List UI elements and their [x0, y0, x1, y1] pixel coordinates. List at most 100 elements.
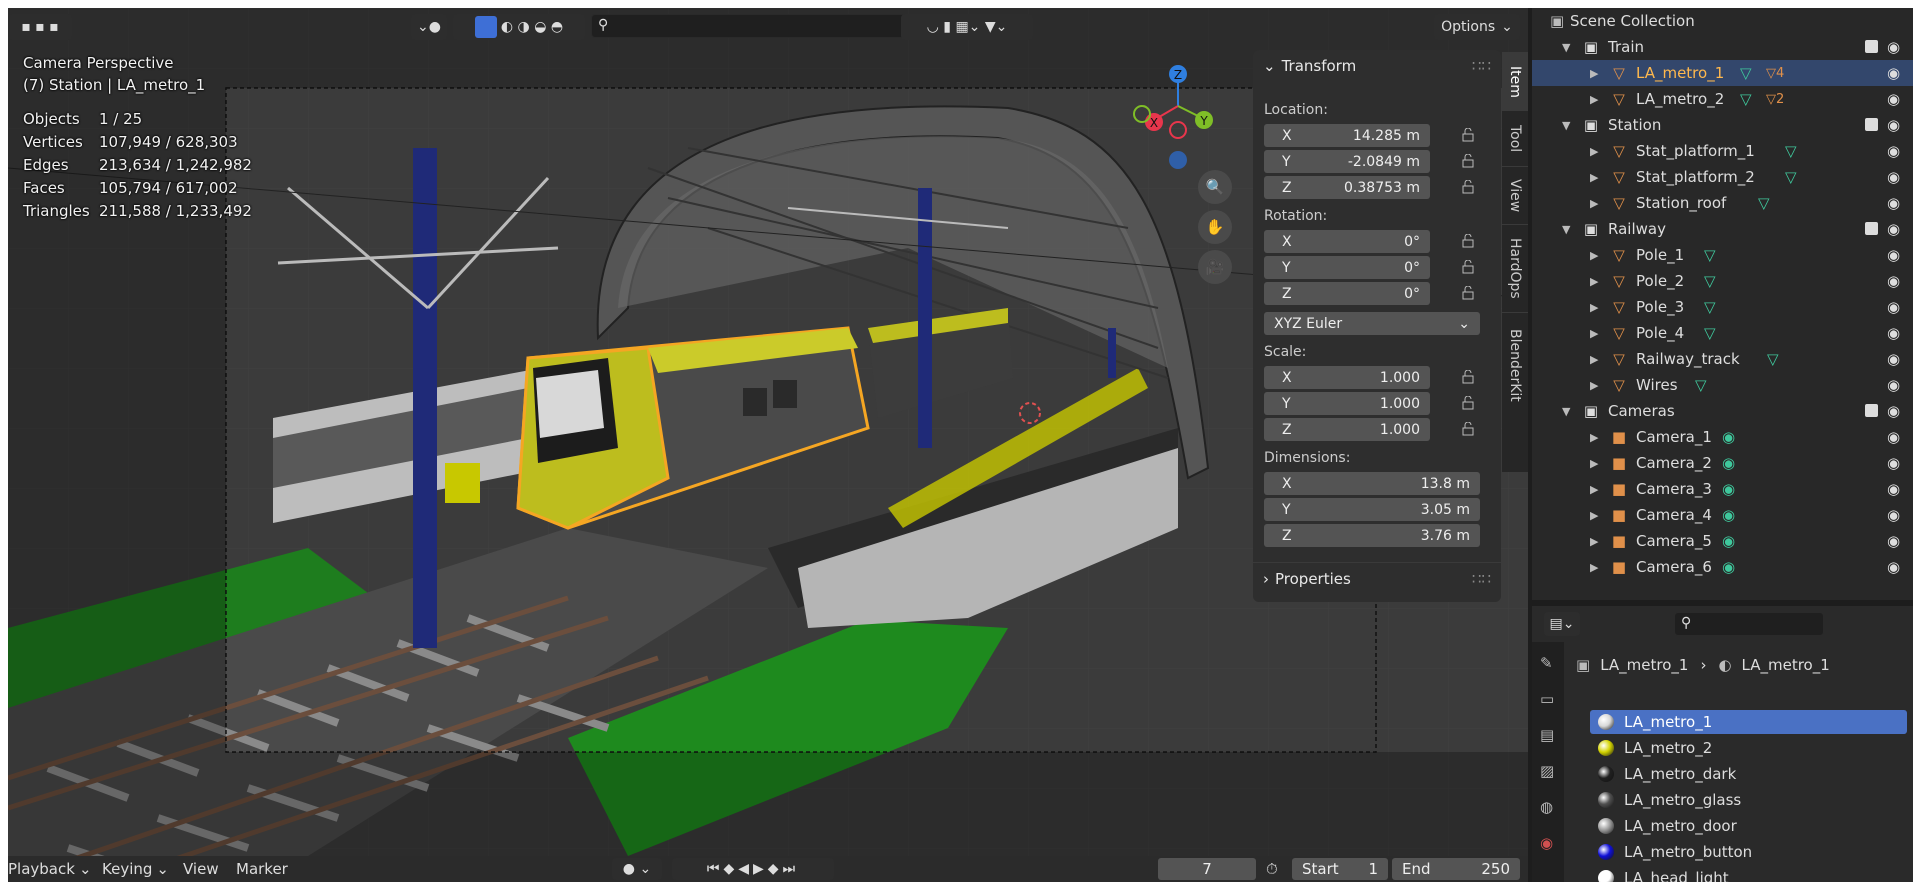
zoom-icon[interactable]: 🔍 [1198, 170, 1232, 204]
collapse-arrow-icon[interactable]: ▶ [1590, 509, 1598, 522]
mesh-data-icon[interactable]: ▽ [1740, 64, 1752, 82]
collapse-arrow-icon[interactable]: ▶ [1590, 431, 1598, 444]
outliner-row-train[interactable]: ▼ ▣ Train ◉ [1532, 34, 1913, 60]
lock-icon[interactable] [1461, 180, 1475, 194]
outliner-row-camera-1[interactable]: ▶ ■ Camera_1 ◉ ◉ [1532, 424, 1913, 450]
collapse-arrow-icon[interactable]: ▶ [1590, 301, 1598, 314]
editor-type-dropdown[interactable]: ▤⌄ [1544, 612, 1580, 636]
navigation-gizmo[interactable]: Z X Y [1118, 56, 1238, 176]
outliner-row-camera-6[interactable]: ▶ ■ Camera_6 ◉ ◉ [1532, 554, 1913, 580]
collapse-arrow-icon[interactable]: ▶ [1590, 353, 1598, 366]
material-slot-row[interactable]: LA_metro_door [1590, 814, 1907, 838]
outliner-row-la-metro-2[interactable]: ▶ ▽ LA_metro_2 ▽ ▽2 ◉ [1532, 86, 1913, 112]
visibility-eye-icon[interactable]: ◉ [1887, 376, 1900, 394]
marker-menu[interactable]: Marker [236, 856, 288, 882]
record-button[interactable]: ● ⌄ [612, 858, 662, 880]
camera-data-icon[interactable]: ◉ [1722, 480, 1735, 498]
material-slot-row[interactable]: LA_metro_button [1590, 840, 1907, 864]
camera-data-icon[interactable]: ◉ [1722, 558, 1735, 576]
visibility-eye-icon[interactable]: ◉ [1887, 194, 1900, 212]
mesh-data-icon[interactable]: ▽ [1704, 324, 1716, 342]
visibility-eye-icon[interactable]: ◉ [1887, 116, 1900, 134]
collapse-arrow-icon[interactable]: ▶ [1590, 197, 1598, 210]
visibility-eye-icon[interactable]: ◉ [1887, 272, 1900, 290]
outliner-row-stat-platform-2[interactable]: ▶ ▽ Stat_platform_2 ▽ ◉ [1532, 164, 1913, 190]
collapse-arrow-icon[interactable]: ▶ [1590, 67, 1598, 80]
visibility-eye-icon[interactable]: ◉ [1887, 64, 1900, 82]
start-frame-field[interactable]: Start 1 [1292, 858, 1388, 880]
mesh-data-icon[interactable]: ▽ [1704, 298, 1716, 316]
collapse-arrow-icon[interactable]: ▶ [1590, 327, 1598, 340]
location-z-field[interactable]: Z 0.38753 m [1264, 176, 1430, 199]
collapse-arrow-icon[interactable]: ▶ [1590, 535, 1598, 548]
outliner-row-camera-3[interactable]: ▶ ■ Camera_3 ◉ ◉ [1532, 476, 1913, 502]
properties-panel-header[interactable]: › Properties ∷∷ [1253, 562, 1501, 594]
lock-icon[interactable] [1461, 128, 1475, 142]
material-slot-row[interactable]: LA_metro_dark [1590, 762, 1907, 786]
camera-data-icon[interactable]: ◉ [1722, 454, 1735, 472]
expand-arrow-icon[interactable]: ▼ [1562, 119, 1570, 132]
solid-icon[interactable] [474, 16, 497, 38]
visibility-eye-icon[interactable]: ◉ [1887, 428, 1900, 446]
exclude-checkbox[interactable] [1865, 118, 1878, 131]
end-frame-field[interactable]: End 250 [1392, 858, 1520, 880]
pan-hand-icon[interactable]: ✋ [1198, 210, 1232, 244]
visibility-eye-icon[interactable]: ◉ [1887, 350, 1900, 368]
visibility-eye-icon[interactable]: ◉ [1887, 558, 1900, 576]
collapse-arrow-icon[interactable]: ▶ [1590, 93, 1598, 106]
mesh-data-icon[interactable]: ▽ [1785, 142, 1797, 160]
rotation-z-field[interactable]: Z 0° [1264, 282, 1430, 305]
mesh-data-icon[interactable]: ▽ [1695, 376, 1707, 394]
collapse-arrow-icon[interactable]: ▶ [1590, 171, 1598, 184]
outliner-row-pole-2[interactable]: ▶ ▽ Pole_2 ▽ ◉ [1532, 268, 1913, 294]
rotation-y-field[interactable]: Y 0° [1264, 256, 1430, 279]
location-x-field[interactable]: X 14.285 m [1264, 124, 1430, 147]
material-slot-row[interactable]: LA_head_light [1590, 866, 1907, 882]
lock-icon[interactable] [1461, 396, 1475, 410]
camera-data-icon[interactable]: ◉ [1722, 506, 1735, 524]
expand-arrow-icon[interactable]: ▼ [1562, 223, 1570, 236]
rotation-mode-dropdown[interactable]: XYZ Euler ⌄ [1264, 312, 1480, 335]
outliner-row-camera-2[interactable]: ▶ ■ Camera_2 ◉ ◉ [1532, 450, 1913, 476]
exclude-checkbox[interactable] [1865, 40, 1878, 53]
collapse-arrow-icon[interactable]: ▶ [1590, 145, 1598, 158]
camera-data-icon[interactable]: ◉ [1722, 428, 1735, 446]
visibility-eye-icon[interactable]: ◉ [1887, 246, 1900, 264]
mesh-data-icon[interactable]: ▽ [1785, 168, 1797, 186]
visibility-eye-icon[interactable]: ◉ [1887, 402, 1900, 420]
scale-y-field[interactable]: Y 1.000 [1264, 392, 1430, 415]
scene-collection-row[interactable]: ▣ Scene Collection [1532, 8, 1913, 34]
options-button[interactable]: Options ⌄ [1434, 14, 1520, 40]
outliner-row-station[interactable]: ▼ ▣ Station ◉ [1532, 112, 1913, 138]
location-y-field[interactable]: Y -2.0849 m [1264, 150, 1430, 173]
playback-controls[interactable]: ⏮◆◀▶◆⏭ [672, 858, 834, 880]
outliner-row-wires[interactable]: ▶ ▽ Wires ▽ ◉ [1532, 372, 1913, 398]
visibility-eye-icon[interactable]: ◉ [1887, 90, 1900, 108]
lock-icon[interactable] [1461, 260, 1475, 274]
drag-handle-icon[interactable]: ∷∷ [1472, 57, 1491, 75]
lock-icon[interactable] [1461, 286, 1475, 300]
dimensions-y-field[interactable]: Y 3.05 m [1264, 498, 1480, 521]
collapse-arrow-icon[interactable]: ▶ [1590, 379, 1598, 392]
outliner-row-pole-4[interactable]: ▶ ▽ Pole_4 ▽ ◉ [1532, 320, 1913, 346]
3d-viewport[interactable]: ▪ ▪ ▪ ⌄● ◐ ◑ ◒ ◓ ⚲ ◡ ▮ ▦⌄ ▼⌄ Options ⌄ C… [8, 8, 1528, 882]
visibility-eye-icon[interactable]: ◉ [1887, 38, 1900, 56]
tool-icon[interactable]: ✎ [1540, 654, 1553, 672]
material-slot-row[interactable]: LA_metro_glass [1590, 788, 1907, 812]
visibility-eye-icon[interactable]: ◉ [1887, 454, 1900, 472]
outliner-row-camera-5[interactable]: ▶ ■ Camera_5 ◉ ◉ [1532, 528, 1913, 554]
drag-handle-icon[interactable]: ∷∷ [1472, 570, 1491, 588]
mesh-data-icon[interactable]: ▽ [1758, 194, 1770, 212]
expand-arrow-icon[interactable]: ▼ [1562, 41, 1570, 54]
view-layer-icon[interactable]: ▨ [1540, 762, 1554, 780]
render-icon[interactable]: ▭ [1540, 690, 1554, 708]
tab-item[interactable]: Item [1502, 52, 1528, 110]
expand-arrow-icon[interactable]: ▼ [1562, 405, 1570, 418]
viewport-search-input[interactable]: ⚲ [591, 14, 907, 38]
dimensions-z-field[interactable]: Z 3.76 m [1264, 524, 1480, 547]
visibility-eye-icon[interactable]: ◉ [1887, 298, 1900, 316]
shading-dropdown[interactable]: ⌄● [411, 14, 447, 40]
outliner-row-railway-track[interactable]: ▶ ▽ Railway_track ▽ ◉ [1532, 346, 1913, 372]
outliner-row-cameras[interactable]: ▼ ▣ Cameras ◉ [1532, 398, 1913, 424]
mesh-data-icon[interactable]: ▽ [1704, 246, 1716, 264]
